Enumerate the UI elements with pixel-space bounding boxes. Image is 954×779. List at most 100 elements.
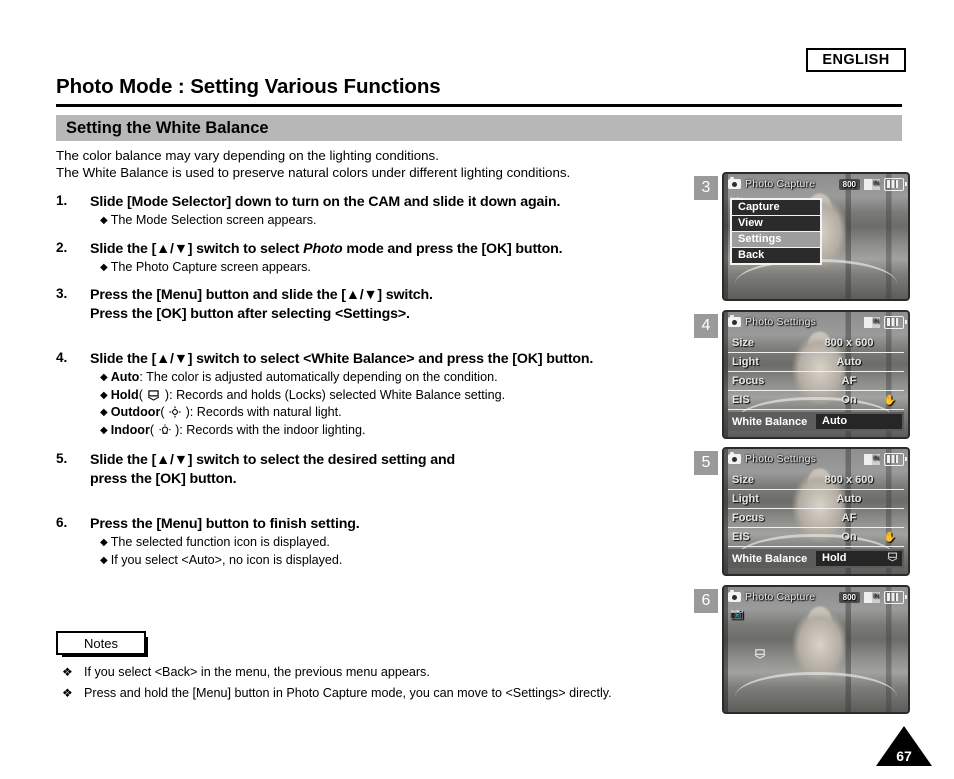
step-1: 1. Slide [Mode Selector] down to turn on… xyxy=(56,193,704,230)
note-item-text: Press and hold the [Menu] button in Phot… xyxy=(84,686,612,700)
step-5-number: 5. xyxy=(56,451,68,466)
hold-icon xyxy=(887,552,898,562)
diamond-bullet-icon: ◆ xyxy=(100,215,108,226)
screen-6-lcd: Photo Capture 800 📷 xyxy=(722,585,910,714)
settings-row-white-balance-label: White Balance xyxy=(732,552,808,565)
wb-option-indoor-name: Indoor xyxy=(110,422,150,437)
resolution-badge: 800 xyxy=(838,178,860,190)
wb-option-auto-name: Auto xyxy=(110,370,140,384)
screen-6-osd-title: Photo Capture xyxy=(745,591,816,603)
battery-icon xyxy=(884,452,907,466)
diamond-bullet-icon: ◆ xyxy=(100,537,108,548)
notes-list: ❖ If you select <Back> in the menu, the … xyxy=(56,662,696,704)
diamond-bullet-icon: ◆ xyxy=(100,424,108,436)
step-2-heading: Slide the [▲/▼] switch to select Photo m… xyxy=(90,240,704,259)
settings-row-focus-value: AF xyxy=(841,512,857,524)
step-6-note-2-text: If you select <Auto>, no icon is display… xyxy=(110,552,343,567)
memory-card-icon xyxy=(864,453,880,465)
wb-option-indoor-desc: ): Records with the indoor lighting. xyxy=(175,422,366,437)
settings-row-white-balance[interactable]: White Balance Hold xyxy=(728,549,904,568)
diamond-bullet-icon: ◆ xyxy=(100,372,108,383)
photo-camera-icon xyxy=(728,177,741,189)
settings-row-white-balance-label: White Balance xyxy=(732,415,808,428)
photo-camera-icon xyxy=(728,452,741,464)
menu-item-back[interactable]: Back xyxy=(732,248,820,263)
battery-icon xyxy=(884,177,907,191)
settings-row-focus-value: AF xyxy=(841,375,857,387)
menu-item-settings[interactable]: Settings xyxy=(732,232,820,248)
settings-row-eis-label: EIS xyxy=(732,531,750,543)
settings-row-white-balance-value: Auto xyxy=(816,414,902,429)
notes-tab-label: Notes xyxy=(84,635,118,651)
step-3: 3. Press the [Menu] button and slide the… xyxy=(56,286,704,324)
hold-icon xyxy=(754,649,766,659)
step-4-heading: Slide the [▲/▼] switch to select <White … xyxy=(90,351,594,367)
step-1-note-text: The Mode Selection screen appears. xyxy=(110,213,317,227)
step-1-number: 1. xyxy=(56,193,68,208)
settings-row-size[interactable]: Size 800 x 600 xyxy=(728,334,904,353)
screen-4-osd-top: Photo Settings xyxy=(728,315,907,329)
notes-tab: Notes xyxy=(56,631,148,657)
step-2: 2. Slide the [▲/▼] switch to select Phot… xyxy=(56,240,704,277)
settings-row-white-balance-value: Hold xyxy=(816,551,902,566)
screen-4-osd-title: Photo Settings xyxy=(745,316,817,328)
wb-option-indoor: ◆ Indoor( ): Records with the indoor ligh… xyxy=(100,422,366,437)
section-title: Setting the White Balance xyxy=(66,119,269,137)
step-2-heading-italic: Photo xyxy=(303,240,343,257)
page-title: Photo Mode : Setting Various Functions xyxy=(56,75,441,98)
settings-row-focus-label: Focus xyxy=(732,375,765,387)
eis-hand-icon: ✋ xyxy=(883,394,896,406)
intro-line-2: The White Balance is used to preserve na… xyxy=(56,165,571,180)
settings-row-size[interactable]: Size 800 x 600 xyxy=(728,471,904,490)
screen-4-lcd: Photo Settings Size 800 x 600 Light Auto… xyxy=(722,310,910,439)
memory-card-icon xyxy=(864,591,880,603)
note-item: ❖ If you select <Back> in the menu, the … xyxy=(56,662,696,683)
screen-3-osd-title: Photo Capture xyxy=(745,178,816,190)
wb-option-outdoor-desc: ): Records with natural light. xyxy=(185,405,342,419)
title-divider xyxy=(56,104,902,107)
step-3-number: 3. xyxy=(56,286,68,301)
wb-option-outdoor-name: Outdoor xyxy=(110,405,161,419)
diamond-bullet-icon: ◆ xyxy=(100,261,108,273)
menu-item-capture[interactable]: Capture xyxy=(732,200,820,216)
screen-3-lcd: Photo Capture 800 📷 Capture View Setting… xyxy=(722,172,910,301)
hold-icon xyxy=(148,389,160,401)
settings-row-eis-label: EIS xyxy=(732,394,750,406)
note-item-text: If you select <Back> in the menu, the pr… xyxy=(84,665,430,679)
screen-5-osd-top: Photo Settings xyxy=(728,452,907,466)
settings-row-eis[interactable]: EIS On ✋ xyxy=(728,391,904,410)
step-2-number: 2. xyxy=(56,239,68,255)
settings-row-white-balance[interactable]: White Balance Auto xyxy=(728,412,904,431)
settings-row-light[interactable]: Light Auto xyxy=(728,490,904,509)
resolution-badge: 800 xyxy=(838,591,860,603)
memory-card-icon xyxy=(864,316,880,328)
sun-icon xyxy=(169,406,181,418)
note-bullet-icon: ❖ xyxy=(62,665,73,679)
step-2-heading-post: mode and press the [OK] button. xyxy=(342,240,563,257)
screen-4-step-badge: 4 xyxy=(694,314,718,338)
step-1-note: ◆ The Mode Selection screen appears. xyxy=(90,212,704,230)
step-6-note-1-text: The selected function icon is displayed. xyxy=(110,535,330,549)
settings-row-light[interactable]: Light Auto xyxy=(728,353,904,372)
menu-item-view[interactable]: View xyxy=(732,216,820,232)
diamond-bullet-icon: ◆ xyxy=(100,554,108,566)
settings-row-light-label: Light xyxy=(732,356,759,368)
step-6-number: 6. xyxy=(56,515,68,530)
step-6-note-1: ◆ The selected function icon is displayed… xyxy=(90,534,704,552)
settings-row-light-value: Auto xyxy=(836,356,862,368)
settings-row-size-value: 800 x 600 xyxy=(824,337,874,349)
settings-row-focus[interactable]: Focus AF xyxy=(728,509,904,528)
wb-option-hold: ◆ Hold( ): Records and holds (Locks) sele… xyxy=(100,387,506,402)
steps-list: 1. Slide [Mode Selector] down to turn on… xyxy=(56,193,704,579)
intro-line-1: The color balance may vary depending on … xyxy=(56,148,439,163)
step-4: 4. Slide the [▲/▼] switch to select <Whi… xyxy=(56,350,704,439)
screen-5-osd-title: Photo Settings xyxy=(745,453,817,465)
step-1-heading: Slide [Mode Selector] down to turn on th… xyxy=(90,194,561,210)
step-2-note: ◆ The Photo Capture screen appears. xyxy=(90,259,704,277)
screen-3-osd-top: Photo Capture 800 xyxy=(728,177,907,191)
settings-row-focus[interactable]: Focus AF xyxy=(728,372,904,391)
bulb-icon xyxy=(159,423,171,434)
screen-6-osd-top: Photo Capture 800 xyxy=(728,590,907,604)
settings-row-eis[interactable]: EIS On ✋ xyxy=(728,528,904,547)
step-3-heading-line-2: Press the [OK] button after selecting <S… xyxy=(90,306,410,322)
